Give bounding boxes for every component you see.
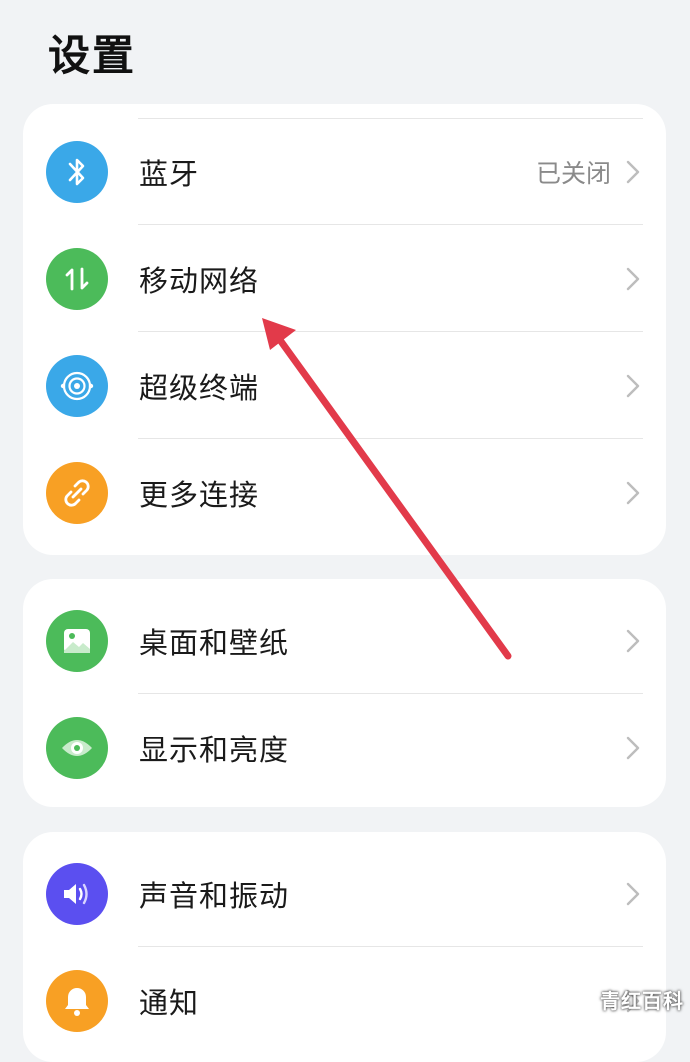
wallpaper-icon: [46, 609, 108, 672]
eye-icon: [46, 716, 108, 779]
settings-group-display: 桌面和壁纸 显示和亮度: [23, 579, 666, 807]
super-device-icon: [46, 354, 108, 417]
settings-item-label: 桌面和壁纸: [139, 625, 290, 660]
watermark-text: 青红百科: [600, 989, 684, 1013]
settings-item-bluetooth[interactable]: 蓝牙 已关闭: [23, 118, 666, 225]
settings-item-sound-vibration[interactable]: 声音和振动: [23, 840, 666, 947]
chevron-right-icon: [626, 736, 640, 759]
settings-item-label: 超级终端: [139, 370, 260, 405]
chevron-right-icon: [626, 481, 640, 504]
chevron-right-icon: [626, 267, 640, 290]
page-title: 设置: [48, 31, 137, 80]
settings-item-notifications[interactable]: 通知: [23, 947, 666, 1054]
bluetooth-status: 已关闭: [535, 158, 611, 188]
settings-item-display-brightness[interactable]: 显示和亮度: [23, 694, 666, 801]
chevron-right-icon: [626, 882, 640, 905]
settings-item-mobile-network[interactable]: 移动网络: [23, 225, 666, 332]
settings-item-label: 显示和亮度: [139, 732, 290, 767]
settings-item-wallpaper[interactable]: 桌面和壁纸: [23, 587, 666, 694]
settings-item-super-device[interactable]: 超级终端: [23, 332, 666, 439]
settings-group-connectivity: 蓝牙 已关闭 移动网络 超级终端 更多连接: [23, 104, 666, 555]
chevron-right-icon: [626, 160, 640, 183]
settings-item-label: 更多连接: [139, 477, 260, 512]
settings-item-label: 移动网络: [139, 263, 260, 298]
mobile-data-icon: [46, 247, 108, 310]
link-icon: [46, 461, 108, 524]
settings-item-label: 蓝牙: [139, 156, 200, 191]
chevron-right-icon: [626, 374, 640, 397]
settings-item-label: 通知: [139, 985, 200, 1020]
settings-group-sound: 声音和振动 通知: [23, 832, 666, 1062]
settings-item-more-connections[interactable]: 更多连接: [23, 439, 666, 546]
settings-item-label: 声音和振动: [139, 878, 290, 913]
chevron-right-icon: [626, 629, 640, 652]
bell-icon: [46, 969, 108, 1032]
bluetooth-icon: [46, 140, 108, 203]
speaker-icon: [46, 862, 108, 925]
